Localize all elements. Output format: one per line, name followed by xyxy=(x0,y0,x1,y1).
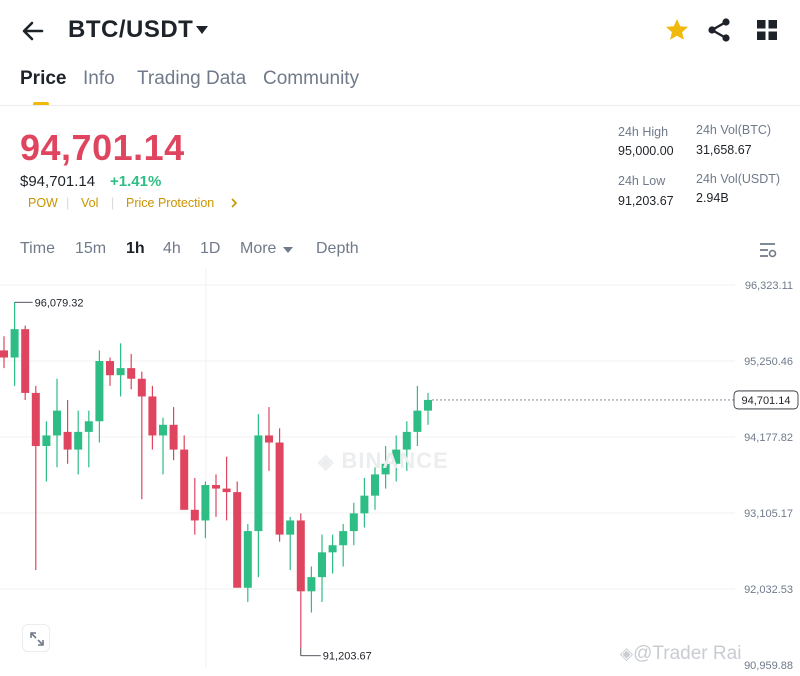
candle-body xyxy=(106,361,114,376)
candle-body xyxy=(265,435,273,443)
candle-body xyxy=(349,513,358,532)
axis-tick-label: 90,959.88 xyxy=(744,660,793,672)
caret-down-icon[interactable] xyxy=(195,24,209,36)
interval-1d[interactable]: 1D xyxy=(200,240,220,258)
stat-vol-btc-label: 24h Vol(BTC) xyxy=(696,123,772,137)
candle-body xyxy=(0,350,8,358)
stat-vol-usdt-label: 24h Vol(USDT) xyxy=(696,172,781,186)
candle-body xyxy=(190,509,199,521)
candle-body xyxy=(74,431,83,450)
candle-body xyxy=(402,431,411,450)
candle-body xyxy=(275,442,284,535)
candle-body xyxy=(159,424,167,436)
candle-body xyxy=(243,531,252,588)
candle-body xyxy=(413,410,422,432)
tag-price-protection[interactable]: Price Protection xyxy=(126,196,214,210)
candle-body xyxy=(31,392,40,447)
tag-pow[interactable]: POW xyxy=(28,196,58,210)
candle-body xyxy=(296,520,305,592)
author-watermark-text: @Trader Rai xyxy=(633,643,742,664)
top-bar: BTC/USDT xyxy=(0,0,800,60)
author-watermark: ◈@Trader Rai xyxy=(620,643,742,664)
expand-chart-button[interactable] xyxy=(22,624,50,652)
current-price-label: 94,701.14 xyxy=(742,395,791,407)
tag-separator: | xyxy=(66,196,70,210)
usd-price: $94,701.14 xyxy=(20,173,96,190)
candle-body xyxy=(424,399,432,411)
candle-body xyxy=(360,495,369,514)
interval-4h[interactable]: 4h xyxy=(163,240,181,258)
candle-body xyxy=(371,474,379,496)
star-icon[interactable] xyxy=(664,17,690,43)
interval-more[interactable]: More xyxy=(240,240,276,258)
interval-time[interactable]: Time xyxy=(20,240,55,258)
binance-watermark-text: BINANCE xyxy=(341,448,449,473)
binance-watermark: ◈ BINANCE xyxy=(318,448,449,473)
candle-body xyxy=(127,368,136,379)
tab-info[interactable]: Info xyxy=(83,68,115,90)
candle-body xyxy=(21,329,30,393)
divider xyxy=(0,105,800,106)
max-price-label: 96,079.32 xyxy=(35,297,84,309)
stat-high-label: 24h High xyxy=(618,125,669,139)
pair-title[interactable]: BTC/USDT xyxy=(68,16,193,44)
axis-tick-label: 94,177.82 xyxy=(744,432,793,444)
stat-vol-usdt-value: 2.94B xyxy=(696,191,729,205)
candle-body xyxy=(53,410,61,436)
interval-15m[interactable]: 15m xyxy=(75,240,106,258)
axis-tick-label: 92,032.53 xyxy=(744,584,793,596)
candle-body xyxy=(286,520,295,535)
stat-high-value: 95,000.00 xyxy=(618,144,674,158)
tag-separator: | xyxy=(111,196,115,210)
share-icon[interactable] xyxy=(707,17,731,43)
axis-tick-label: 96,323.11 xyxy=(745,280,793,292)
candle-body xyxy=(201,485,210,521)
interval-depth[interactable]: Depth xyxy=(316,240,359,258)
last-price: 94,701.14 xyxy=(20,127,185,168)
candle-body xyxy=(169,424,178,450)
interval-1h[interactable]: 1h xyxy=(126,240,145,258)
candle-body xyxy=(148,396,157,436)
candle-body xyxy=(95,361,104,422)
chart-settings-icon[interactable] xyxy=(758,240,778,260)
tab-price[interactable]: Price xyxy=(20,68,66,90)
candle-body xyxy=(328,545,337,553)
price-change: +1.41% xyxy=(110,173,162,190)
candle-body xyxy=(180,449,189,510)
stat-low-label: 24h Low xyxy=(618,174,666,188)
candle-body xyxy=(84,421,93,432)
candle-body xyxy=(42,435,51,447)
candle-body xyxy=(116,368,125,376)
candle-body xyxy=(212,485,220,489)
stat-low-value: 91,203.67 xyxy=(618,194,674,208)
min-price-label: 91,203.67 xyxy=(323,651,372,663)
candle-body xyxy=(63,431,72,450)
arrow-left-icon[interactable] xyxy=(20,18,46,44)
candle-body xyxy=(233,492,242,588)
expand-icon xyxy=(30,632,44,646)
grid-icon[interactable] xyxy=(755,18,779,42)
chevron-right-icon[interactable] xyxy=(230,198,238,208)
candle-body xyxy=(222,488,231,493)
candle-body xyxy=(254,435,263,532)
tab-community[interactable]: Community xyxy=(263,68,359,90)
tab-trading-data[interactable]: Trading Data xyxy=(137,68,246,90)
candle-body xyxy=(137,378,146,397)
axis-tick-label: 95,250.46 xyxy=(744,356,793,368)
candle-body xyxy=(339,531,348,546)
candle-body xyxy=(318,552,326,578)
candle-body xyxy=(10,329,19,358)
candle-body xyxy=(307,577,316,592)
axis-tick-label: 93,105.17 xyxy=(744,508,793,520)
caret-down-icon[interactable] xyxy=(283,246,293,254)
tag-vol[interactable]: Vol xyxy=(81,196,98,210)
stat-vol-btc-value: 31,658.67 xyxy=(696,143,752,157)
